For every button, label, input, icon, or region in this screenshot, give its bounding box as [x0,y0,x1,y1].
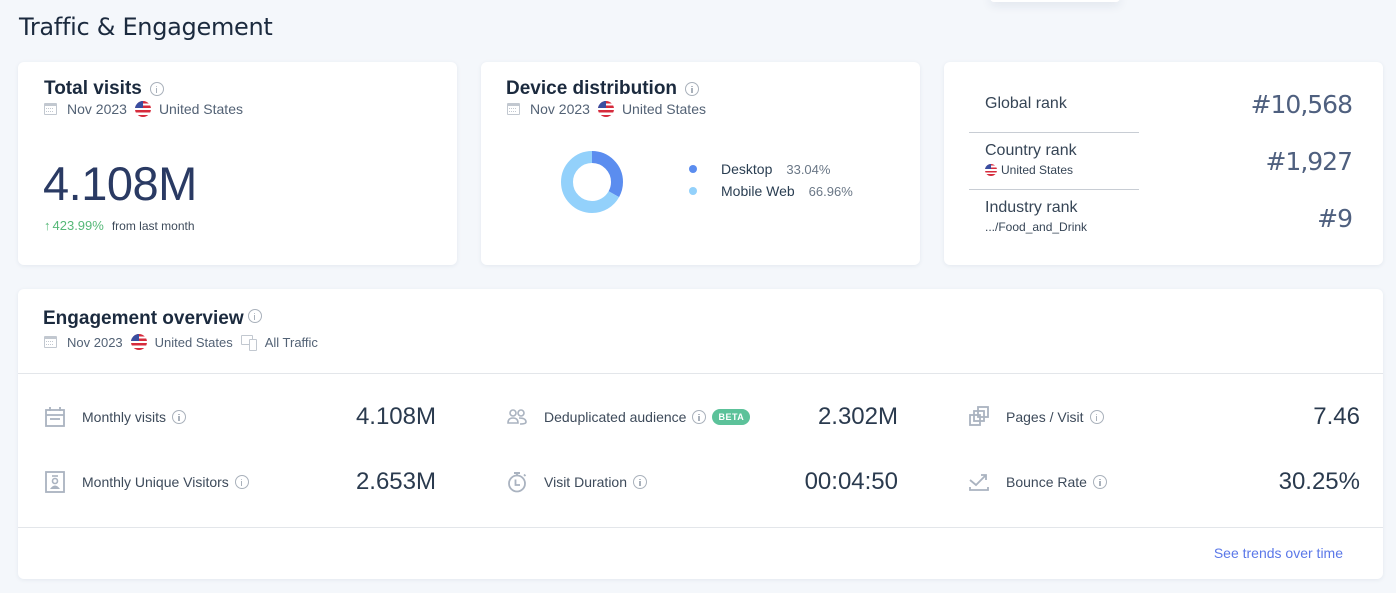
traffic-label: All Traffic [264,334,318,350]
metric-label: Deduplicated audience [544,409,687,425]
metric-value: 2.302M [817,403,898,430]
info-icon[interactable] [234,475,249,489]
devices-icon [240,335,257,351]
metric-deduplicated-audience: Deduplicated audience BETA 2.302M [505,402,898,432]
legend-value: 66.96% [808,183,853,199]
page-title: Traffic & Engagement [19,13,273,41]
legend-value: 33.04% [786,161,831,177]
info-icon[interactable] [685,82,700,96]
legend-item-desktop: Desktop 33.04% [689,158,853,180]
engagement-overview-card: Engagement overview Nov 2023 United Stat… [18,289,1383,579]
metric-value: 7.46 [1313,403,1360,430]
info-icon[interactable] [1092,475,1107,489]
engagement-meta: Nov 2023 United States All Traffic [44,334,326,351]
change-percent: 423.99% [52,218,104,233]
global-rank-label: Global rank [985,95,1067,112]
engagement-overview-title-text: Engagement overview [43,308,244,329]
dropdown-popup-edge [990,0,1120,2]
total-visits-title: Total visits [44,78,164,100]
us-flag-icon [597,101,614,117]
change-label: from last month [111,218,195,233]
device-distribution-title-text: Device distribution [506,78,678,99]
metric-monthly-visits: Monthly visits 4.108M [43,402,436,432]
legend-label: Desktop [721,161,773,177]
country-rank-country: United States [1001,163,1074,177]
industry-rank-value: #9 [1317,204,1353,233]
rank-divider [969,189,1139,190]
user-badge-icon [43,470,67,494]
us-flag-icon [130,334,147,350]
industry-rank-label: Industry rank [985,199,1078,216]
date-label: Nov 2023 [67,101,127,117]
device-distribution-title: Device distribution [506,78,700,100]
date-label: Nov 2023 [67,334,123,350]
total-visits-value: 4.108M [43,157,197,210]
calendar-icon [44,103,57,115]
device-donut-chart [561,151,623,213]
stopwatch-icon [505,470,529,494]
total-visits-card: Total visits Nov 2023 United States 4.10… [18,62,457,265]
beta-badge: BETA [712,409,751,425]
device-legend: Desktop 33.04% Mobile Web 66.96% [689,158,853,202]
info-icon[interactable] [633,475,648,489]
section-divider [18,373,1383,374]
metric-value: 2.653M [355,468,436,495]
engagement-overview-title: Engagement overview [43,308,262,330]
country-rank-value: #1,927 [1265,147,1353,176]
metric-pages-per-visit: Pages / Visit 7.46 [967,402,1360,432]
metric-label: Monthly visits [82,409,167,425]
arrow-up-icon: ↑ [44,218,51,233]
calendar-icon [507,103,520,115]
legend-label: Mobile Web [721,183,795,199]
country-rank-sub: United States [985,163,1073,177]
legend-dot-mobile-web [689,187,697,195]
info-icon[interactable] [247,309,262,323]
info-icon[interactable] [1089,410,1104,424]
change-indicator: ↑ 423.99% from last month [44,218,195,233]
metric-value: 00:04:50 [804,468,898,495]
country-label: United States [158,101,243,117]
device-distribution-meta: Nov 2023 United States [507,101,714,117]
legend-dot-desktop [689,165,697,173]
metric-label: Bounce Rate [1006,474,1087,490]
section-divider [18,527,1383,528]
ranks-card: Global rank #10,568 Country rank United … [944,62,1383,265]
metric-label: Visit Duration [544,474,628,490]
metric-bounce-rate: Bounce Rate 30.25% [967,467,1360,497]
see-trends-link[interactable]: See trends over time [1214,545,1343,561]
bounce-icon [967,470,991,494]
pages-icon [967,405,991,429]
info-icon[interactable] [692,410,707,424]
device-distribution-card: Device distribution Nov 2023 United Stat… [481,62,920,265]
us-flag-icon [985,164,997,176]
date-label: Nov 2023 [530,101,590,117]
global-rank-value: #10,568 [1250,90,1353,119]
info-icon[interactable] [172,410,187,424]
country-rank-label: Country rank [985,142,1077,159]
users-icon [505,405,529,429]
metric-value: 30.25% [1278,468,1360,495]
industry-rank-category[interactable]: .../Food_and_Drink [985,220,1087,234]
metric-value: 4.108M [355,403,436,430]
metric-label: Monthly Unique Visitors [82,474,229,490]
metric-visit-duration: Visit Duration 00:04:50 [505,467,898,497]
total-visits-title-text: Total visits [44,78,142,99]
country-label: United States [154,334,233,350]
metric-monthly-unique-visitors: Monthly Unique Visitors 2.653M [43,467,436,497]
us-flag-icon [134,101,151,117]
total-visits-meta: Nov 2023 United States [44,101,251,117]
info-icon[interactable] [149,82,164,96]
country-label: United States [621,101,706,117]
calendar-icon [43,405,67,429]
legend-item-mobile-web: Mobile Web 66.96% [689,180,853,202]
rank-divider [969,132,1139,133]
calendar-icon [44,336,57,348]
metric-label: Pages / Visit [1006,409,1084,425]
